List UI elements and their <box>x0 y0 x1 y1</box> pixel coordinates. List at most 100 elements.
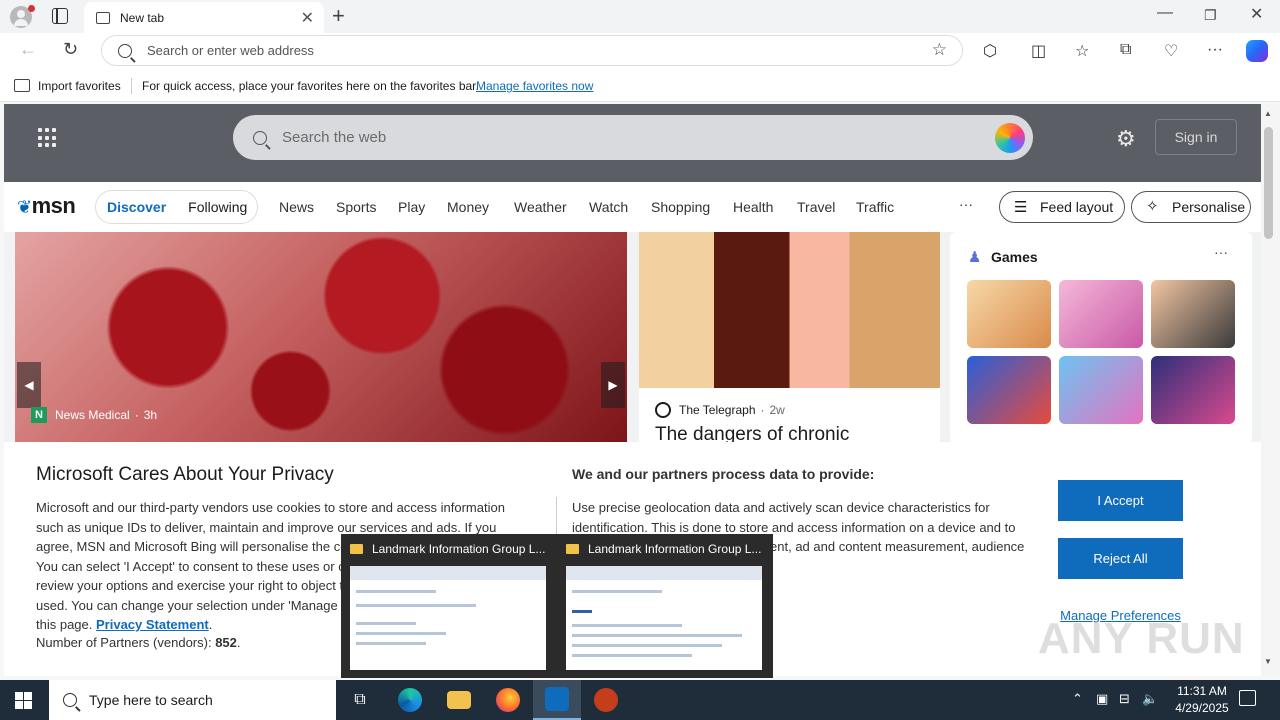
taskbar-outlook[interactable] <box>533 680 581 720</box>
privacy-statement-link[interactable]: Privacy Statement <box>96 617 209 632</box>
title-bar: New tab ✕ + — ❐ ✕ <box>0 0 1280 33</box>
refresh-button[interactable]: ↻ <box>63 39 78 60</box>
browser-essentials-icon[interactable]: ♡ <box>1164 41 1178 61</box>
nav-traffic[interactable]: Traffic <box>856 199 894 215</box>
taskbar-clock[interactable]: 11:31 AM 4/29/2025 <box>1168 683 1236 717</box>
games-title: Games <box>991 249 1038 265</box>
games-widget: ♟ Games ··· <box>950 232 1252 444</box>
restore-button[interactable]: ❐ <box>1204 7 1217 24</box>
carousel-prev-icon[interactable]: ◀ <box>17 362 41 408</box>
network-icon[interactable]: ⊟ <box>1119 691 1130 707</box>
msn-nav-bar: ❦msn Discover Following News Sports Play… <box>4 182 1261 232</box>
close-tab-icon[interactable]: ✕ <box>301 8 314 28</box>
taskbar-search-input[interactable] <box>89 692 329 708</box>
gear-icon[interactable]: ⚙ <box>1116 126 1136 152</box>
volume-icon[interactable]: 🔈 <box>1142 691 1158 707</box>
story-source-age: 2w <box>769 403 785 417</box>
app-launcher-icon[interactable] <box>38 128 58 148</box>
game-tile[interactable] <box>1059 280 1143 348</box>
back-button[interactable]: ← <box>19 39 37 60</box>
web-search-box[interactable] <box>233 115 1033 160</box>
game-tile[interactable] <box>1151 356 1235 424</box>
accept-button[interactable]: I Accept <box>1058 480 1183 521</box>
feed-layout-button[interactable]: ☰ Feed layout <box>999 191 1125 223</box>
edge-icon <box>398 688 422 712</box>
new-tab-button[interactable]: + <box>332 3 345 29</box>
windows-start-icon[interactable] <box>15 692 32 709</box>
copilot-icon[interactable] <box>995 123 1025 153</box>
task-view-button[interactable]: ⧉ <box>336 680 384 720</box>
game-tile[interactable] <box>1059 356 1143 424</box>
profile-notification-badge <box>28 5 35 12</box>
feed-pill-group: Discover Following <box>95 190 258 224</box>
folder-icon <box>447 691 471 709</box>
task-view-icon: ⧉ <box>354 691 366 708</box>
tab-actions-icon[interactable] <box>52 8 68 24</box>
web-search-input[interactable] <box>282 129 962 146</box>
taskbar-powerpoint[interactable] <box>582 680 630 720</box>
nav-play[interactable]: Play <box>398 199 425 215</box>
data-processing-heading: We and our partners process data to prov… <box>572 466 875 482</box>
hero-story-card[interactable]: ◀ ▶ N News Medical · 3h <box>15 232 627 444</box>
notification-icon[interactable] <box>1239 690 1256 706</box>
scroll-up-icon[interactable]: ▲ <box>1264 109 1272 118</box>
copilot-icon[interactable] <box>1246 40 1268 62</box>
extensions-icon[interactable]: ⬡ <box>983 41 997 61</box>
scroll-down-icon[interactable]: ▼ <box>1264 657 1272 666</box>
games-more-icon[interactable]: ··· <box>1214 244 1228 260</box>
window-thumbnail[interactable]: Landmark Information Group L... <box>341 534 546 678</box>
clock-time: 11:31 AM <box>1177 684 1227 698</box>
collections-icon[interactable]: ⧉ <box>1120 41 1131 59</box>
manage-favorites-link[interactable]: Manage favorites now <box>476 79 593 93</box>
tab-new-tab[interactable]: New tab ✕ <box>84 2 324 33</box>
nav-travel[interactable]: Travel <box>797 199 835 215</box>
show-hidden-icons-icon[interactable]: ⌃ <box>1072 691 1083 707</box>
game-tile[interactable] <box>967 280 1051 348</box>
nav-health[interactable]: Health <box>733 199 773 215</box>
partners-label: Number of Partners (vendors): <box>36 635 212 650</box>
feed-layout-label: Feed layout <box>1040 199 1114 215</box>
favorites-bar-message: For quick access, place your favorites h… <box>142 79 479 93</box>
msn-logo[interactable]: ❦msn <box>17 193 76 219</box>
settings-more-icon[interactable]: ··· <box>1207 41 1223 59</box>
favorites-bar: Import favorites For quick access, place… <box>0 70 1280 102</box>
games-icon: ♟ <box>968 249 982 266</box>
favorites-icon[interactable]: ☆ <box>1075 41 1089 61</box>
address-bar[interactable]: ☆ <box>101 35 963 66</box>
personalise-button[interactable]: ✧ Personalise <box>1131 191 1251 223</box>
story-card[interactable]: The Telegraph · 2w The dangers of chroni… <box>639 232 940 445</box>
taskbar-file-explorer[interactable] <box>435 680 483 720</box>
taskbar-thumbnail-popup: Landmark Information Group L... Landmark… <box>341 534 773 678</box>
nav-news[interactable]: News <box>279 199 314 215</box>
game-tile[interactable] <box>1151 280 1235 348</box>
reject-all-button[interactable]: Reject All <box>1058 538 1183 579</box>
taskbar-firefox[interactable] <box>484 680 532 720</box>
page-header-background: ⚙ Sign in <box>4 104 1261 182</box>
tab-following[interactable]: Following <box>177 199 258 215</box>
carousel-next-icon[interactable]: ▶ <box>601 362 625 408</box>
window-thumbnail[interactable]: Landmark Information Group L... <box>557 534 762 678</box>
nav-sports[interactable]: Sports <box>336 199 376 215</box>
game-tile[interactable] <box>967 356 1051 424</box>
nav-weather[interactable]: Weather <box>514 199 567 215</box>
sign-in-button[interactable]: Sign in <box>1155 119 1237 155</box>
split-screen-icon[interactable]: ◫ <box>1031 41 1046 61</box>
minimize-button[interactable]: — <box>1157 4 1173 22</box>
favorite-star-icon[interactable]: ☆ <box>932 40 947 60</box>
nav-more-icon[interactable]: ··· <box>959 196 973 212</box>
address-input[interactable] <box>147 43 887 58</box>
scrollbar-thumb[interactable] <box>1264 127 1273 239</box>
nav-money[interactable]: Money <box>447 199 489 215</box>
taskbar-search-box[interactable] <box>49 680 336 720</box>
close-window-button[interactable]: ✕ <box>1250 4 1263 24</box>
import-favorites-button[interactable]: Import favorites <box>38 79 121 93</box>
tab-discover[interactable]: Discover <box>96 199 177 215</box>
nav-shopping[interactable]: Shopping <box>651 199 710 215</box>
navigation-bar: ← ↻ ☆ ⬡ ◫ ☆ ⧉ ♡ ··· <box>0 33 1280 70</box>
mail-icon <box>566 544 579 554</box>
privacy-title: Microsoft Cares About Your Privacy <box>36 464 334 485</box>
clock-date: 4/29/2025 <box>1175 701 1229 715</box>
taskbar-edge[interactable] <box>386 680 434 720</box>
nav-watch[interactable]: Watch <box>589 199 628 215</box>
device-icon[interactable]: ▣ <box>1096 691 1108 707</box>
